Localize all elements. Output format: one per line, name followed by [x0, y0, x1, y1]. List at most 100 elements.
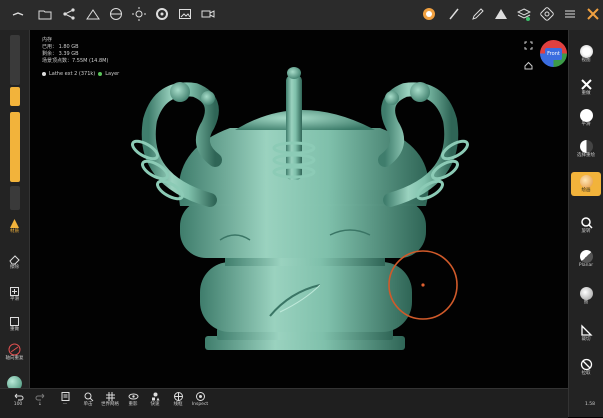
tool-paint[interactable]: 绘画 — [571, 172, 601, 196]
slider-fill — [10, 87, 20, 106]
smooth-icon — [10, 287, 19, 296]
undo-icon — [14, 393, 23, 401]
top-toolbar — [0, 0, 603, 31]
rotate-icon — [580, 217, 593, 229]
ghost-button[interactable]: 重影 — [123, 391, 143, 407]
tool-planar-label: Planar — [578, 263, 594, 268]
tool-material-label: 材质 — [10, 229, 19, 234]
triangle-icon[interactable] — [493, 6, 509, 22]
globe-icon[interactable] — [108, 6, 124, 22]
gear-icon[interactable] — [539, 6, 555, 22]
brush-icon[interactable] — [446, 6, 462, 22]
inspect-button[interactable]: Inspect — [190, 391, 210, 407]
eye-icon — [128, 393, 138, 400]
tool-smooth-right[interactable]: 平滑 — [571, 109, 601, 127]
planar-icon — [579, 250, 593, 263]
slider-secondary-bg — [10, 186, 20, 210]
eraser-icon — [9, 255, 20, 265]
world-grid-button[interactable]: 世界网格 — [100, 391, 120, 407]
tool-paint-label: 绘画 — [581, 188, 591, 193]
layer-indicator[interactable]: Lathe ext 2 (371k) Layer — [42, 71, 119, 77]
paint-icon — [579, 175, 593, 188]
tool-trim[interactable]: 裁切 — [571, 324, 601, 342]
search-icon — [84, 392, 93, 402]
fast-label: 快速 — [150, 402, 160, 407]
view-cube-label: Front — [545, 47, 562, 60]
object-dot-icon — [42, 72, 46, 76]
pull-icon — [580, 358, 592, 371]
home-icon[interactable] — [524, 61, 533, 70]
stats-used: 已用： 1.80 GB — [42, 44, 79, 50]
tool-erase[interactable]: 擦除 — [3, 254, 26, 270]
pen-icon[interactable] — [470, 6, 486, 22]
tool-map-label: 图 — [583, 300, 589, 305]
map-sphere-icon — [579, 287, 593, 300]
layers-stack-icon — [61, 392, 69, 401]
fullscreen-icon[interactable] — [524, 41, 533, 50]
tool-trim-label: 裁切 — [581, 337, 591, 342]
tool-rotate[interactable]: 旋转 — [571, 216, 601, 234]
object-name: Lathe ext 2 (371k) — [49, 71, 96, 77]
tool-smooth[interactable]: 平滑 — [3, 286, 26, 302]
redo-button[interactable]: ↓ — [30, 391, 50, 407]
layers-icon[interactable] — [516, 6, 532, 22]
tool-axial-repeat[interactable]: 轴向重复 — [3, 343, 26, 361]
single-click-button[interactable]: 单击 — [78, 391, 98, 407]
folder-icon[interactable] — [37, 6, 53, 22]
tool-pull[interactable]: 拉取 — [571, 358, 601, 376]
layers-label: — — [62, 402, 68, 407]
world-grid-label: 世界网格 — [101, 402, 119, 407]
tool-view[interactable]: 视图 — [571, 45, 601, 63]
inspect-icon — [195, 392, 205, 401]
tool-map[interactable]: 图 — [571, 287, 601, 305]
image-icon[interactable] — [177, 6, 193, 22]
stats-free: 剩余： 3.39 GB — [42, 51, 79, 57]
sparkle-icon[interactable] — [10, 6, 26, 22]
layer-name: Layer — [105, 71, 120, 77]
tool-rotate-label: 旋转 — [581, 229, 591, 234]
ghost-label: 重影 — [128, 402, 138, 407]
wireframe-button[interactable]: 线框 — [168, 391, 188, 407]
tool-view-label: 视图 — [581, 58, 591, 63]
memory-stats: 内存 已用： 1.80 GB 剩余： 3.39 GB 场景顶点数：7.55M (… — [42, 37, 108, 65]
sliders-icon[interactable] — [562, 6, 578, 22]
viewport[interactable]: Front — [30, 30, 568, 390]
shapes-icon — [151, 392, 159, 401]
grid-icon — [105, 392, 115, 401]
sun-icon[interactable] — [131, 6, 147, 22]
view-cube[interactable]: Front — [540, 40, 567, 67]
tool-planar[interactable]: Planar — [571, 250, 601, 268]
left-toolbar: 材质 擦除 平滑 重做 轴向重复 — [0, 30, 30, 417]
tool-pull-label: 拉取 — [581, 371, 591, 376]
tool-redo-right[interactable]: 重做 — [571, 78, 601, 96]
undo-count: 100 — [13, 402, 23, 407]
stats-title: 内存 — [42, 37, 53, 43]
layer-dot-icon — [98, 72, 103, 76]
redo-arrow-icon — [35, 393, 44, 401]
view-icon — [579, 45, 593, 58]
layers-button[interactable]: — — [55, 391, 75, 407]
video-icon[interactable] — [200, 6, 216, 22]
tool-material[interactable]: 材质 — [3, 218, 26, 234]
snake-hook-icon — [580, 79, 592, 90]
undo-button[interactable]: 100 — [8, 391, 28, 407]
tool-select-repaint[interactable]: 选择重绘 — [571, 140, 601, 158]
tool-axial-repeat-label: 轴向重复 — [5, 356, 24, 361]
tool-select-repaint-label: 选择重绘 — [577, 153, 595, 158]
fast-button[interactable]: 快速 — [145, 391, 165, 407]
tool-smooth-label: 平滑 — [10, 297, 19, 302]
tool-redo[interactable]: 重做 — [3, 316, 26, 332]
tool-redo-label: 重做 — [10, 327, 19, 332]
settings-icon[interactable] — [154, 6, 170, 22]
color-swatch-icon[interactable] — [421, 6, 437, 22]
smooth-sphere-icon — [579, 109, 593, 122]
corner-version: 1.58 — [584, 402, 595, 407]
share-icon[interactable] — [61, 6, 77, 22]
slider-secondary[interactable] — [10, 112, 20, 182]
tool-smooth-right-label: 平滑 — [581, 122, 591, 127]
scene-icon[interactable] — [85, 6, 101, 22]
tools-icon[interactable] — [585, 6, 601, 22]
select-repaint-icon — [579, 140, 593, 153]
slider-primary[interactable] — [10, 35, 20, 85]
right-toolbar: 视图 重做 平滑 选择重绘 绘画 旋转 Planar 图 裁切 拉取 1.58 — [568, 30, 603, 417]
